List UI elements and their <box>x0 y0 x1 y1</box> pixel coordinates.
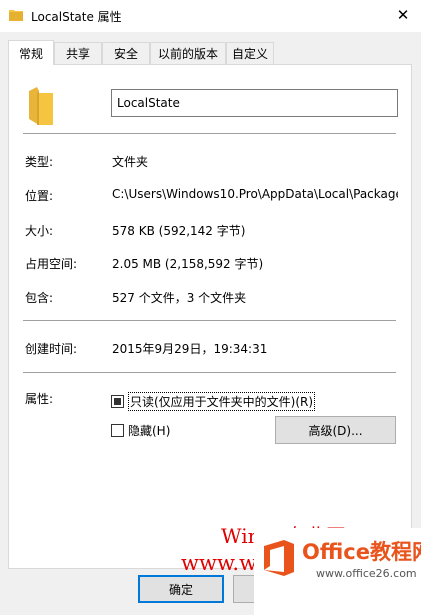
size-label: 大小: <box>25 224 54 238</box>
disk-size-value: 2.05 MB (2,158,592 字节) <box>112 257 264 271</box>
advanced-button[interactable]: 高级(D)... <box>275 416 396 444</box>
tab-sharing[interactable]: 共享 <box>54 42 102 64</box>
created-value: 2015年9月29日，19:34:31 <box>112 342 268 356</box>
general-panel: 类型: 文件夹 位置: C:\Users\Windows10.Pro\AppDa… <box>8 64 412 569</box>
office-logo: Office教程网 www.office26.com <box>254 528 421 615</box>
close-button[interactable]: ✕ <box>390 4 416 26</box>
tab-previous-versions[interactable]: 以前的版本 <box>150 42 226 64</box>
window-title: LocalState 属性 <box>31 10 122 24</box>
folder-name-input[interactable] <box>111 89 398 117</box>
type-value: 文件夹 <box>112 155 149 169</box>
readonly-checkbox[interactable] <box>111 395 124 408</box>
hidden-checkbox-row[interactable]: 隐藏(H) <box>111 422 170 439</box>
indeterminate-mark <box>114 398 121 405</box>
folder-icon <box>9 10 23 21</box>
type-label: 类型: <box>25 155 54 169</box>
office-url: www.office26.com <box>316 567 417 580</box>
created-label: 创建时间: <box>25 342 78 356</box>
divider <box>23 372 396 373</box>
hidden-checkbox[interactable] <box>111 424 124 437</box>
office-brand: Office教程网 <box>302 540 421 564</box>
folder-icon <box>29 87 53 125</box>
divider <box>23 133 396 134</box>
readonly-label[interactable]: 只读(仅应用于文件夹中的文件)(R) <box>128 392 316 411</box>
attributes-label: 属性: <box>25 392 54 406</box>
tab-general[interactable]: 常规 <box>8 40 54 65</box>
contains-label: 包含: <box>25 291 54 305</box>
ok-button[interactable]: 确定 <box>138 575 224 603</box>
office-logo-icon <box>264 540 294 576</box>
tab-security[interactable]: 安全 <box>102 42 150 64</box>
location-label: 位置: <box>25 189 54 203</box>
contains-value: 527 个文件，3 个文件夹 <box>112 291 247 305</box>
disk-size-label: 占用空间: <box>25 257 78 271</box>
title-bar[interactable]: LocalState 属性 ✕ <box>0 0 421 32</box>
size-value: 578 KB (592,142 字节) <box>112 224 246 238</box>
hidden-label[interactable]: 隐藏(H) <box>128 422 170 439</box>
tab-customize[interactable]: 自定义 <box>226 42 274 64</box>
readonly-checkbox-row[interactable]: 只读(仅应用于文件夹中的文件)(R) <box>111 392 316 411</box>
location-value[interactable]: C:\Users\Windows10.Pro\AppData\Local\Pac… <box>112 187 398 201</box>
divider <box>23 320 396 321</box>
